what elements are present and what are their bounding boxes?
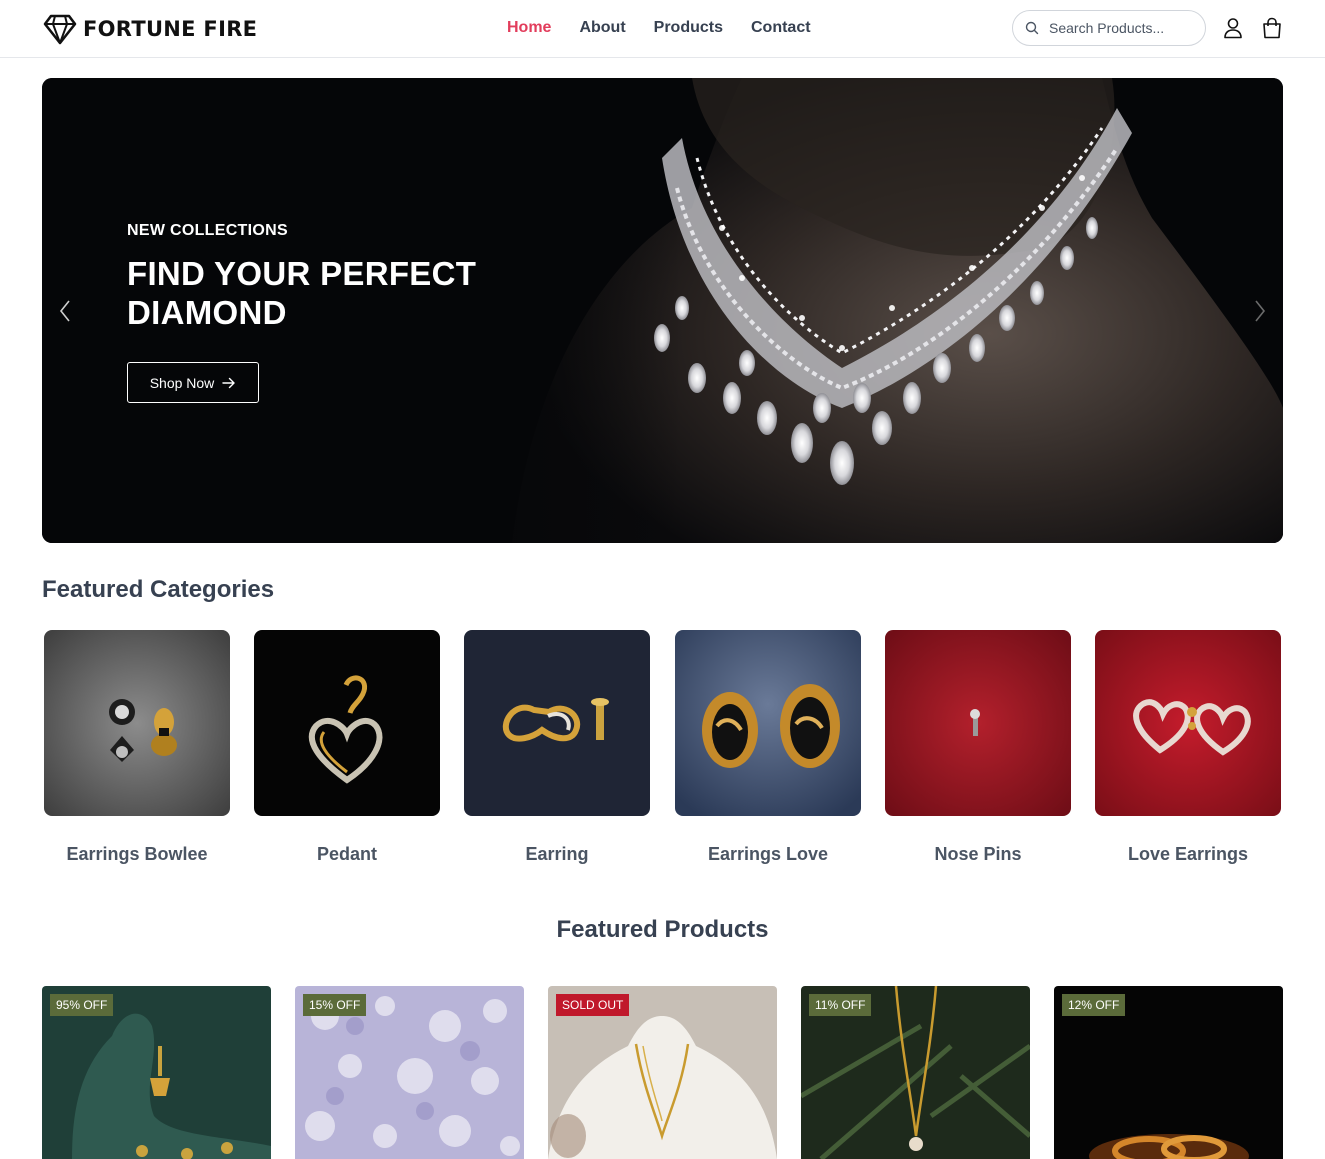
- category-label: Pedant: [316, 844, 377, 864]
- hero-title: FIND YOUR PERFECT DIAMOND: [127, 255, 477, 331]
- product-card[interactable]: 11% OFF: [801, 986, 1030, 1159]
- arrow-right-icon: [222, 377, 235, 388]
- search-input[interactable]: [1049, 20, 1189, 36]
- product-card[interactable]: 15% OFF: [295, 986, 524, 1159]
- category-label: Nose Pins: [934, 844, 1022, 864]
- discount-badge: 11% OFF: [809, 994, 872, 1016]
- cart-button[interactable]: [1260, 15, 1284, 41]
- nav-products[interactable]: Products: [654, 17, 723, 39]
- shop-now-label: Shop Now: [149, 374, 215, 391]
- chevron-right-icon: [1255, 300, 1266, 322]
- category-image-earring: [464, 630, 650, 816]
- search-icon: [1025, 21, 1039, 35]
- category-image-pedant: [254, 630, 440, 816]
- main-nav: Home About Products Contact: [507, 17, 811, 39]
- hero-eyebrow: NEW COLLECTIONS: [127, 222, 288, 239]
- brand-name: FORTUNE FIRE: [83, 17, 258, 41]
- category-label: Earrings Bowlee: [66, 844, 208, 864]
- categories-title: Featured Categories: [42, 576, 275, 603]
- hero-next-button[interactable]: [1249, 298, 1269, 324]
- sold-out-badge: SOLD OUT: [556, 994, 630, 1016]
- category-image-earrings-love: [675, 630, 861, 816]
- discount-badge: 15% OFF: [303, 994, 367, 1016]
- hero-banner: NEW COLLECTIONS FIND YOUR PERFECT DIAMON…: [42, 78, 1283, 543]
- discount-badge: 95% OFF: [50, 994, 114, 1016]
- nav-about[interactable]: About: [579, 17, 625, 39]
- search-box[interactable]: [1012, 10, 1206, 46]
- category-image-earrings-bowlee: [44, 630, 230, 816]
- products-title: Featured Products: [556, 916, 769, 943]
- nav-home[interactable]: Home: [507, 17, 551, 39]
- diamond-icon: [43, 14, 77, 45]
- category-image-nose-pins: [885, 630, 1071, 816]
- product-card[interactable]: 95% OFF: [42, 986, 271, 1159]
- account-button[interactable]: [1221, 15, 1245, 41]
- hero-prev-button[interactable]: [56, 298, 76, 324]
- nav-contact[interactable]: Contact: [751, 17, 811, 39]
- category-card[interactable]: Earring: [464, 630, 651, 864]
- brand-logo[interactable]: FORTUNE FIRE: [43, 12, 257, 46]
- category-label: Love Earrings: [1127, 844, 1249, 864]
- chevron-left-icon: [59, 300, 70, 322]
- discount-badge: 12% OFF: [1062, 994, 1126, 1016]
- category-card[interactable]: Earrings Love: [675, 630, 862, 864]
- category-card[interactable]: Love Earrings: [1095, 630, 1282, 864]
- category-card[interactable]: Earrings Bowlee: [44, 630, 231, 864]
- user-icon: [1224, 18, 1242, 39]
- category-label: Earrings Love: [707, 844, 829, 864]
- product-card[interactable]: 12% OFF: [1054, 986, 1283, 1159]
- shopping-bag-icon: [1263, 17, 1281, 39]
- category-card[interactable]: Pedant: [254, 630, 441, 864]
- category-image-love-earrings: [1095, 630, 1281, 816]
- category-label: Earring: [525, 844, 589, 864]
- shop-now-button[interactable]: Shop Now: [127, 362, 259, 403]
- site-header: FORTUNE FIRE Home About Products Contact: [0, 0, 1325, 58]
- category-card[interactable]: Nose Pins: [885, 630, 1072, 864]
- product-card[interactable]: SOLD OUT: [548, 986, 777, 1159]
